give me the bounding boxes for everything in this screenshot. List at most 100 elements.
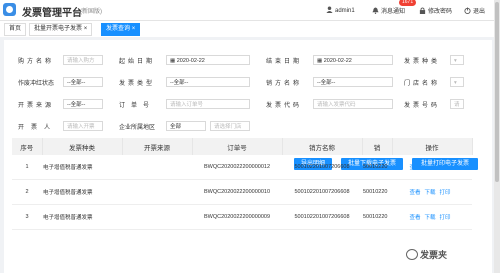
app-subtitle: (新国版) (80, 9, 102, 15)
col-header-order: 订单号 (192, 138, 283, 155)
invoice-table: 序号 发票种类 开票来源 订单号 销方名称 销 操作 1 电子增值税普通发票 B… (12, 138, 473, 230)
tab-batch-invoice[interactable]: 批量开票电子发票 × (29, 23, 93, 36)
print-link[interactable]: 打印 (440, 215, 451, 221)
buyer-name-input[interactable]: 请输入购方 (63, 55, 103, 65)
view-link[interactable]: 查看 (409, 165, 420, 171)
cell-kind: 电子增值税普通发票 (42, 204, 122, 230)
col-header-kind: 发票种类 (42, 138, 123, 155)
calendar-icon: ▦ (317, 58, 323, 64)
tab-batch-invoice-label: 批量开票电子发票 (34, 26, 83, 32)
tab-home[interactable]: 首页 (4, 23, 27, 36)
seller-name-label: 销方名称 (266, 81, 303, 87)
cell-seller: 500102201007206608 (282, 179, 362, 205)
username: admin1 (335, 8, 355, 14)
change-password-button[interactable]: 修改密码 (419, 6, 452, 15)
chevron-down-icon: ▾ (454, 80, 457, 86)
wechat-icon (406, 249, 418, 260)
end-date-label: 结束日期 (266, 59, 303, 65)
app-title: 发票管理平台 (22, 8, 82, 19)
change-password-label: 修改密码 (428, 9, 453, 15)
invoice-no-label: 发票号码 (404, 103, 441, 109)
cell-code: 50010220 (362, 179, 392, 205)
buyer-name-label: 购方名称 (18, 59, 55, 65)
logout-button[interactable]: 退出 (464, 6, 485, 15)
logout-label: 退出 (473, 9, 486, 15)
order-no-label: 订单号 (119, 103, 156, 109)
cell-actions: 查看 下载 打印 (392, 155, 472, 180)
source-select[interactable]: --全部-- (63, 99, 103, 109)
cell-index: 3 (12, 204, 42, 230)
end-date-value: 2020-02-22 (323, 58, 352, 64)
end-date-input[interactable]: ▦ 2020-02-22 (313, 55, 393, 65)
company-region-select[interactable]: 全部 (166, 121, 206, 131)
cell-seller: 5001022010072066​08 (282, 155, 362, 180)
cell-source (122, 204, 192, 230)
view-link[interactable]: 查看 (409, 190, 420, 196)
cell-kind: 电子增值税普通发票 (42, 179, 122, 205)
cell-order: BWQC2020022200000010 (192, 179, 282, 205)
app-logo-icon (3, 3, 16, 16)
bell-icon (372, 7, 379, 14)
drawer-input[interactable]: 请输入开票 (63, 121, 103, 131)
table-row: 1 电子增值税普通发票 BWQC2020022200000012 5001022… (12, 155, 472, 180)
store-name-select[interactable]: ▾ (450, 77, 464, 87)
view-link[interactable]: 查看 (409, 215, 420, 221)
invoice-no-input[interactable]: 请 (450, 99, 464, 109)
chevron-down-icon: ▾ (454, 58, 457, 64)
tab-invoice-query[interactable]: 发票查询 × (101, 23, 141, 36)
col-header-seller: 销方名称 (282, 138, 363, 155)
print-link[interactable]: 打印 (440, 165, 451, 171)
close-icon[interactable]: × (84, 26, 88, 32)
messages-label: 消息通知 (381, 9, 406, 15)
cell-code: 50010220 (362, 204, 392, 230)
cell-index: 2 (12, 179, 42, 205)
company-region-label: 企业所属地区 (119, 125, 156, 131)
cell-kind: 电子增值税普通发票 (42, 155, 122, 180)
download-link[interactable]: 下载 (424, 215, 435, 221)
print-link[interactable]: 打印 (440, 190, 451, 196)
cell-seller: 500102201007206608 (282, 204, 362, 230)
invoice-code-input[interactable]: 请输入发票代码 (313, 99, 393, 109)
cell-code: 50010220 (362, 155, 392, 180)
store-name-label: 门店名称 (404, 81, 441, 87)
messages-count-badge: 1671 (399, 0, 417, 6)
drawer-label: 开票人 (18, 125, 58, 131)
cell-order: BWQC2020022200000009 (192, 204, 282, 230)
seller-name-select[interactable]: --全部-- (313, 77, 393, 87)
cell-source (122, 179, 192, 205)
invoice-kind-select[interactable]: ▾ (450, 55, 464, 65)
messages-button[interactable]: 消息通知 (372, 6, 405, 15)
user-icon (326, 6, 333, 13)
table-row: 2 电子增值税普通发票 BWQC2020022200000010 5001022… (12, 179, 472, 205)
col-header-actions: 操作 (392, 138, 473, 155)
start-date-value: 2020-02-22 (176, 58, 205, 64)
download-link[interactable]: 下载 (424, 190, 435, 196)
invoice-kind-label: 发票种类 (404, 59, 441, 65)
col-header-index: 序号 (12, 138, 43, 155)
tab-invoice-query-label: 发票查询 (106, 26, 131, 32)
invoice-type-label: 发票类型 (119, 81, 156, 87)
void-status-label: 作废冲红状态 (18, 81, 55, 87)
start-date-input[interactable]: ▦ 2020-02-22 (166, 55, 250, 65)
cell-order: BWQC2020022200000012 (192, 155, 282, 180)
cell-index: 1 (12, 155, 42, 180)
table-row: 3 电子增值税普通发票 BWQC2020022200000009 5001022… (12, 204, 472, 230)
void-status-select[interactable]: --全部-- (63, 77, 103, 87)
cell-actions: 查看 下载 打印 (392, 179, 472, 205)
region-store-select[interactable]: 请选择门店 (210, 121, 250, 131)
user-menu[interactable]: admin1 (326, 6, 355, 14)
power-icon (464, 7, 471, 14)
download-link[interactable]: 下载 (424, 165, 435, 171)
start-date-label: 起始日期 (119, 59, 156, 65)
top-bar: 发票管理平台 (新国版) admin1 消息通知 1671 修改密码 退出 (0, 0, 494, 21)
order-no-input[interactable]: 请输入订单号 (166, 99, 250, 109)
invoice-code-label: 发票代码 (266, 103, 303, 109)
source-label: 开票来源 (18, 103, 55, 109)
lock-icon (419, 7, 426, 14)
table-header-row: 序号 发票种类 开票来源 订单号 销方名称 销 操作 (12, 138, 473, 155)
scrollbar-thumb[interactable] (495, 2, 499, 182)
cell-actions: 查看 下载 打印 (392, 204, 472, 230)
invoice-type-select[interactable]: --全部-- (166, 77, 250, 87)
close-icon[interactable]: × (132, 26, 136, 32)
page-scrollbar[interactable] (494, 0, 500, 273)
